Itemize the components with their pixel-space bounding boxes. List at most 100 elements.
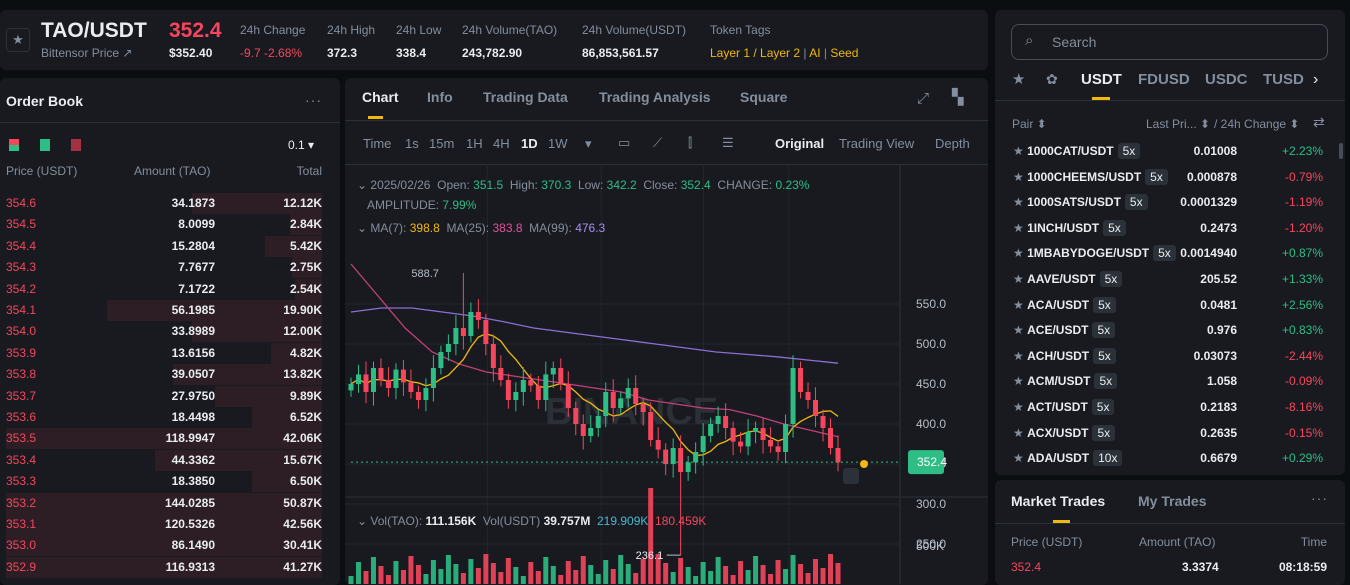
ask-row[interactable]: 353.5 118.9947 42.06K	[6, 428, 322, 450]
market-tab-tusd[interactable]: TUSD	[1263, 71, 1304, 89]
ask-row[interactable]: 354.3 7.7677 2.75K	[6, 257, 322, 279]
ask-row[interactable]: 354.6 34.1873 12.12K	[6, 193, 322, 214]
star-icon[interactable]: ★	[1013, 144, 1024, 158]
tag-seed[interactable]: Seed	[830, 46, 858, 60]
book-asks-icon[interactable]	[71, 139, 81, 151]
star-icon[interactable]: ★	[1013, 195, 1024, 209]
market-row[interactable]: ★ AAVE/USDT 5x 205.52 +1.33%	[1013, 267, 1323, 291]
scrollbar[interactable]	[1339, 143, 1343, 159]
candle-body	[633, 388, 639, 404]
star-icon[interactable]: ★	[1013, 170, 1024, 184]
ask-row[interactable]: 354.0 33.8989 12.00K	[6, 321, 322, 343]
ask-row[interactable]: 353.8 39.0507 13.82K	[6, 364, 322, 386]
star-icon[interactable]: ★	[1013, 451, 1024, 465]
ask-row[interactable]: 353.2 144.0285 50.87K	[6, 492, 322, 514]
view-0[interactable]: Original	[775, 136, 824, 152]
ask-row[interactable]: 354.5 8.0099 2.84K	[6, 214, 322, 236]
market-row[interactable]: ★ ACH/USDT 5x 0.03073 -2.44%	[1013, 344, 1323, 368]
market-row[interactable]: ★ ACE/USDT 5x 0.976 +0.83%	[1013, 318, 1323, 342]
timeframe-4[interactable]: 4H	[493, 136, 510, 152]
ask-row[interactable]: 353.1 120.5326 42.56K	[6, 514, 322, 535]
ask-row[interactable]: 353.9 13.6156 4.82K	[6, 342, 322, 364]
precision-select[interactable]: 0.1 ▾	[288, 138, 314, 152]
ask-row[interactable]: 353.0 86.1490 30.41K	[6, 535, 322, 557]
market-row[interactable]: ★ 1000CAT/USDT 5x 0.01008 +2.23%	[1013, 139, 1323, 163]
tab-chart[interactable]: Chart	[362, 89, 399, 106]
layout-icon[interactable]: ▚	[952, 89, 964, 107]
book-bids-icon[interactable]	[40, 139, 50, 151]
star-icon[interactable]: ★	[1013, 246, 1024, 260]
ask-row[interactable]: 354.1 56.1985 19.90K	[6, 300, 322, 321]
calendar-icon[interactable]: ▭	[618, 135, 630, 151]
col-last-price[interactable]: Last Pri... ⬍	[1146, 117, 1210, 131]
market-row[interactable]: ★ ACT/USDT 5x 0.2183 -8.16%	[1013, 395, 1323, 419]
tab-trading-data[interactable]: Trading Data	[483, 89, 568, 106]
col-pair[interactable]: Pair ⬍	[1012, 117, 1047, 131]
timeframe-5[interactable]: 1D	[521, 136, 538, 152]
zones-icon[interactable]: ✿	[1046, 71, 1058, 88]
market-row[interactable]: ★ 1000SATS/USDT 5x 0.0001329 -1.19%	[1013, 190, 1323, 214]
market-row[interactable]: ★ ACX/USDT 5x 0.2635 -0.15%	[1013, 421, 1323, 445]
star-icon[interactable]: ★	[1013, 374, 1024, 388]
search-input[interactable]: Search	[1011, 24, 1328, 60]
volume-bar	[520, 576, 526, 584]
more-icon[interactable]: ···	[1311, 490, 1328, 507]
ask-row[interactable]: 353.7 27.9750 9.89K	[6, 385, 322, 407]
market-row[interactable]: ★ ACM/USDT 5x 1.058 -0.09%	[1013, 369, 1323, 393]
star-icon[interactable]: ★	[1013, 272, 1024, 286]
indicator-icon[interactable]: ⟋	[653, 135, 662, 151]
star-icon[interactable]: ★	[1013, 221, 1024, 235]
star-icon[interactable]: ★	[1013, 400, 1024, 414]
market-row[interactable]: ★ ADA/USDT 10x 0.6679 +0.29%	[1013, 446, 1323, 470]
view-1[interactable]: Trading View	[839, 136, 914, 152]
fullscreen-icon[interactable]: ⤢	[917, 90, 929, 108]
candle-body	[483, 320, 489, 344]
tab-square[interactable]: Square	[740, 89, 787, 106]
timeframe-2[interactable]: 15m	[429, 136, 454, 152]
book-both-icon[interactable]	[9, 139, 19, 151]
candle-body	[423, 388, 429, 400]
market-tab-usdc[interactable]: USDC	[1205, 71, 1248, 89]
market-tab-usdt[interactable]: USDT	[1081, 71, 1122, 89]
timeframe-3[interactable]: 1H	[466, 136, 483, 152]
timeframe-7[interactable]: ▾	[585, 136, 592, 152]
star-icon[interactable]: ★	[1013, 349, 1024, 363]
market-tab-fdusd[interactable]: FDUSD	[1138, 71, 1190, 89]
ask-price: 354.2	[6, 281, 37, 296]
timeframe-6[interactable]: 1W	[548, 136, 568, 152]
tab-info[interactable]: Info	[427, 89, 453, 106]
settings-icon[interactable]: ☰	[722, 135, 734, 151]
market-row[interactable]: ★ 1INCH/USDT 5x 0.2473 -1.20%	[1013, 216, 1323, 240]
ask-row[interactable]: 354.2 7.1722 2.54K	[6, 278, 322, 300]
timeframe-1[interactable]: 1s	[405, 136, 419, 152]
candle-type-icon[interactable]: ⫿	[688, 135, 692, 151]
view-2[interactable]: Depth	[935, 136, 970, 152]
ask-row[interactable]: 353.4 44.3362 15.67K	[6, 449, 322, 471]
market-row[interactable]: ★ ACA/USDT 5x 0.0481 +2.56%	[1013, 293, 1323, 317]
ask-row[interactable]: 353.6 18.4498 6.52K	[6, 407, 322, 428]
tab-trading-analysis[interactable]: Trading Analysis	[599, 89, 711, 106]
star-icon[interactable]: ★	[1013, 323, 1024, 337]
pair-price: 0.976	[1206, 323, 1237, 338]
ask-row[interactable]: 352.9 116.9313 41.27K	[6, 556, 322, 578]
last-price: 352.4	[169, 19, 222, 42]
ask-row[interactable]: 353.3 18.3850 6.50K	[6, 471, 322, 493]
more-icon[interactable]: ···	[305, 92, 322, 109]
token-price-link[interactable]: Bittensor Price ↗	[41, 46, 132, 60]
favorite-star-icon[interactable]: ★	[6, 28, 30, 52]
ask-row[interactable]: 354.4 15.2804 5.42K	[6, 235, 322, 257]
favorites-star-icon[interactable]: ★	[1012, 71, 1025, 89]
tab-my-trades[interactable]: My Trades	[1138, 493, 1206, 510]
star-icon[interactable]: ★	[1013, 298, 1024, 312]
tab-market-trades[interactable]: Market Trades	[1011, 493, 1105, 510]
swap-icon[interactable]: ⇄	[1313, 114, 1325, 131]
col-24h-change[interactable]: / 24h Change ⬍	[1214, 117, 1299, 131]
star-icon[interactable]: ★	[1013, 426, 1024, 440]
chevron-right-icon[interactable]: ›	[1313, 70, 1318, 89]
tag-ai[interactable]: AI	[809, 46, 820, 60]
pair-change: -2.44%	[1284, 348, 1323, 363]
tag-layer[interactable]: Layer 1 / Layer 2	[710, 46, 800, 60]
market-row[interactable]: ★ 1000CHEEMS/USDT 5x 0.000878 -0.79%	[1013, 165, 1323, 189]
market-row[interactable]: ★ 1MBABYDOGE/USDT 5x 0.0014940 +0.87%	[1013, 241, 1323, 265]
timeframe-0[interactable]: Time	[363, 136, 391, 152]
